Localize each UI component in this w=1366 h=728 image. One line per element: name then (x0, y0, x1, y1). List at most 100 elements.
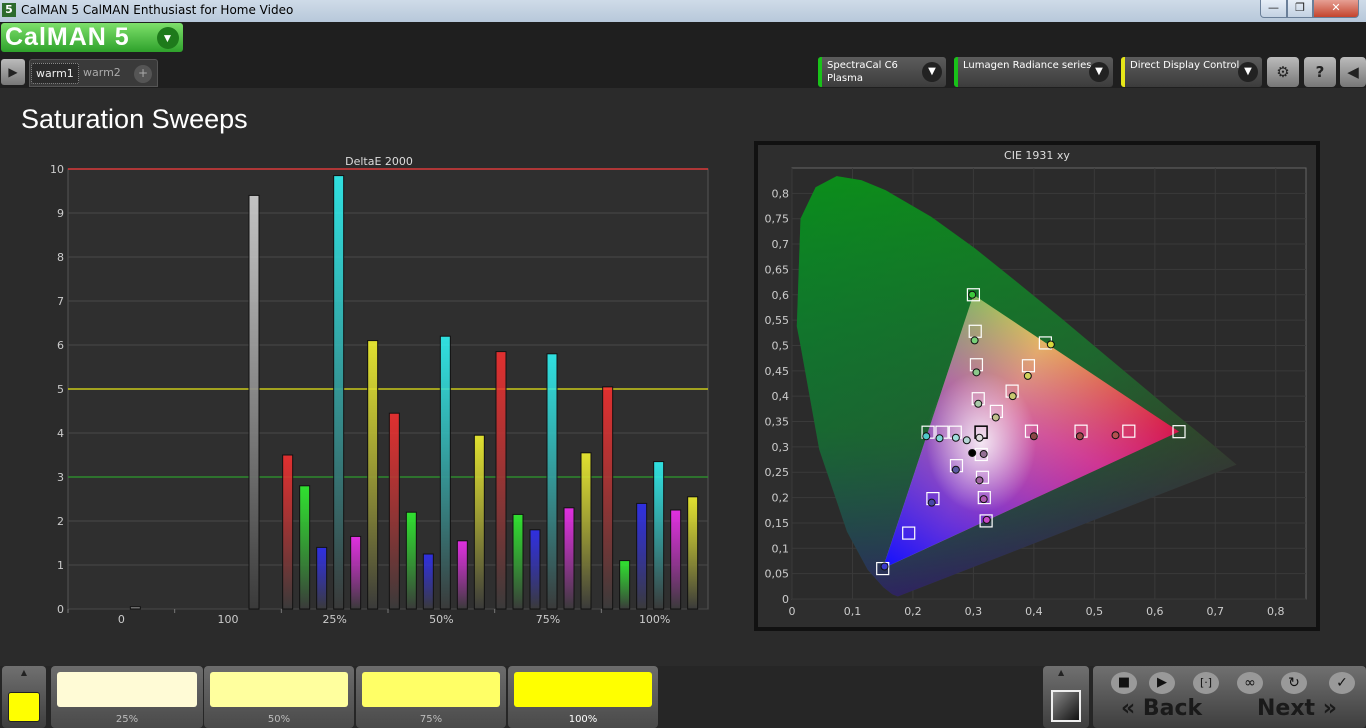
measured-point (975, 476, 984, 485)
cie-chart: 0 0,05 0,1 0,15 0,2 0,25 0,3 0,35 0,4 0,45 0,5 0,55… (765, 149, 1307, 618)
bottom-bar: ▲ 25% 50% 75% 100% ▲ ■ ▶ [·] ∞ ↻ ✓ « Bac… (0, 666, 1366, 728)
display-selector[interactable]: Direct Display Control ▼ (1121, 57, 1262, 87)
y-tick-label: 10 (50, 163, 64, 176)
deltae-bar (619, 560, 631, 610)
measured-point (974, 399, 983, 408)
x-tick-label: 75% (536, 613, 560, 626)
swatch-50[interactable]: 50% (204, 666, 354, 728)
session-tabs: warm1 warm2 + (29, 59, 158, 87)
swatch-25[interactable]: 25% (51, 666, 203, 728)
gear-icon[interactable]: ⚙ (1267, 57, 1299, 87)
deltae-bar (439, 335, 451, 610)
swatch-100[interactable]: 100% (508, 666, 658, 728)
measured-point (979, 449, 988, 458)
logo-text: CalMAN 5 (5, 23, 130, 51)
y-tick-label: 0,6 (772, 289, 790, 302)
deltae-bar (422, 553, 434, 610)
source-selector[interactable]: Lumagen Radiance series ▼ (954, 57, 1113, 87)
measured-point (935, 434, 944, 443)
y-tick-label: 0,1 (772, 542, 790, 555)
status-indicator (818, 57, 822, 87)
x-tick-label: 25% (322, 613, 346, 626)
chevron-down-icon: ▼ (922, 62, 942, 82)
collapse-icon[interactable]: ◀ (1340, 57, 1366, 87)
y-tick-label: 0,65 (765, 263, 790, 276)
measured-point (970, 336, 979, 345)
deltae-y-axis: 0 1 2 3 4 5 6 7 8 9 10 (50, 163, 64, 616)
cie-chart-title: CIE 1931 xy (1004, 149, 1070, 162)
measure-icon[interactable]: [·] (1193, 672, 1219, 694)
y-tick-label: 6 (57, 339, 64, 352)
measured-point (968, 448, 977, 457)
refresh-icon[interactable]: ↻ (1281, 672, 1307, 694)
tab-warm1[interactable]: warm1 (31, 63, 79, 84)
display-toggle-panel: ▲ (1043, 666, 1089, 728)
measured-point (951, 433, 960, 442)
x-tick-label: 0,1 (844, 605, 862, 618)
calman-logo-button[interactable]: CalMAN 5 ▼ (1, 23, 183, 52)
expand-up-icon[interactable]: ▲ (1058, 668, 1064, 677)
x-tick-label: 100 (218, 613, 239, 626)
next-button[interactable]: Next » (1257, 696, 1337, 721)
deltae-bar (687, 496, 699, 610)
stop-icon[interactable]: ■ (1111, 672, 1137, 694)
x-tick-label: 0,2 (904, 605, 922, 618)
swatch-color (514, 672, 652, 707)
help-icon[interactable]: ? (1304, 57, 1336, 87)
status-indicator (1121, 57, 1125, 87)
x-tick-label: 0,8 (1267, 605, 1285, 618)
measured-point (927, 498, 936, 507)
meter-selector[interactable]: SpectraCal C6 Plasma ▼ (818, 57, 946, 87)
minimize-button[interactable]: — (1260, 0, 1287, 18)
check-icon[interactable]: ✓ (1329, 672, 1355, 694)
deltae-bar (388, 412, 400, 610)
deltae-bar (333, 175, 345, 610)
tab-warm2[interactable]: warm2 (79, 63, 125, 82)
monitor-icon[interactable] (1051, 690, 1081, 722)
measured-point (922, 432, 931, 441)
swatch-color (57, 672, 197, 707)
swatch-75[interactable]: 75% (356, 666, 506, 728)
y-tick-label: 0,5 (772, 339, 790, 352)
status-indicator (954, 57, 958, 87)
x-tick-label: 0,3 (965, 605, 983, 618)
top-toolbar: CalMAN 5 ▼ ▶ warm1 warm2 + SpectraCal C6… (0, 22, 1366, 88)
play-icon[interactable]: ▶ (1, 59, 25, 85)
back-button[interactable]: « Back (1121, 696, 1202, 721)
y-tick-label: 9 (57, 207, 64, 220)
x-tick-label: 0 (789, 605, 796, 618)
deltae-bar (495, 351, 507, 610)
measured-point (991, 413, 1000, 422)
main-panel: Saturation Sweeps 0 1 2 3 4 5 6 7 8 9 10 0 100 25% 50… (0, 88, 1366, 666)
current-color-swatch (8, 692, 40, 722)
deltae-bar (350, 535, 362, 610)
maximize-button[interactable]: ❐ (1287, 0, 1313, 18)
measured-point (1046, 340, 1055, 349)
measured-point (979, 495, 988, 504)
swatch-label: 25% (115, 714, 139, 725)
measured-point (1075, 432, 1084, 441)
back-label: Back (1142, 696, 1203, 721)
y-tick-label: 0,7 (772, 238, 790, 251)
y-tick-label: 3 (57, 471, 64, 484)
measured-point (880, 562, 889, 571)
y-tick-label: 0,2 (772, 492, 790, 505)
add-tab-button[interactable]: + (134, 65, 152, 83)
swatch-label: 100% (568, 714, 598, 725)
y-tick-label: 0 (57, 603, 64, 616)
source-name: Lumagen Radiance series (963, 60, 1092, 71)
y-tick-label: 4 (57, 427, 64, 440)
y-tick-label: 1 (57, 559, 64, 572)
y-tick-label: 0,05 (765, 568, 790, 581)
y-tick-label: 0,45 (765, 365, 790, 378)
chevron-down-icon: ▼ (1238, 62, 1258, 82)
loop-icon[interactable]: ∞ (1237, 672, 1263, 694)
expand-up-icon[interactable]: ▲ (16, 668, 32, 678)
x-tick-label: 0,6 (1146, 605, 1164, 618)
play-icon[interactable]: ▶ (1149, 672, 1175, 694)
chevron-down-icon: ▼ (1089, 62, 1109, 82)
measured-point (962, 436, 971, 445)
close-button[interactable]: ✕ (1313, 0, 1359, 18)
y-tick-label: 5 (57, 383, 64, 396)
x-tick-label: 0,7 (1207, 605, 1225, 618)
